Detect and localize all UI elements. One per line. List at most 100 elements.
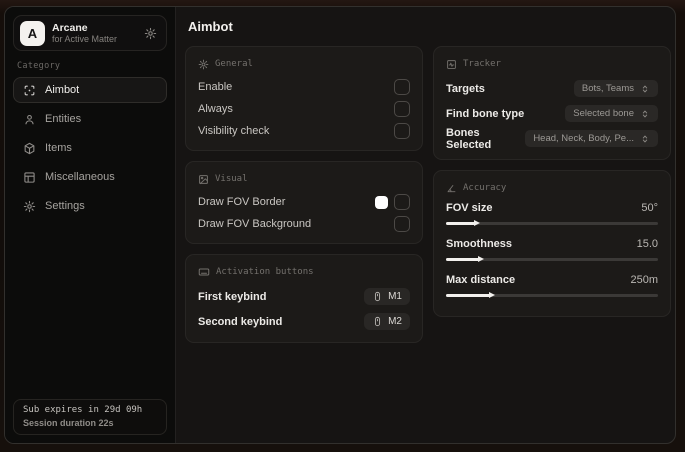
setting-label: Always xyxy=(198,103,233,115)
main-content: Aimbot General Enable Always Visibility … xyxy=(176,7,675,443)
panel-tracker: Tracker Targets Bots, Teams Find bone ty… xyxy=(433,46,671,160)
right-column: Tracker Targets Bots, Teams Find bone ty… xyxy=(433,46,671,317)
slider-thumb[interactable] xyxy=(473,219,480,226)
app-name: Arcane xyxy=(52,21,88,34)
sidebar-item-items[interactable]: Items xyxy=(13,135,167,161)
app-subtitle: for Active Matter xyxy=(52,33,118,44)
dropdown-value: Selected bone xyxy=(573,108,634,119)
panel-activation-buttons: Activation buttons First keybind M1 Seco… xyxy=(185,254,423,343)
slider-block-max-distance: Max distance 250m xyxy=(446,272,658,299)
panel-title: Tracker xyxy=(463,59,501,69)
crosshair-icon xyxy=(23,84,36,97)
subscription-info: Sub expires in 29d 09h Session duration … xyxy=(13,399,167,435)
sidebar-item-label: Entities xyxy=(45,113,82,125)
slider-value: 15.0 xyxy=(636,238,658,250)
entities-icon xyxy=(23,113,36,126)
color-swatch-fov-border[interactable] xyxy=(375,195,388,209)
app-window: A Arcane for Active Matter Category Aimb… xyxy=(4,6,676,444)
slider-value: 50° xyxy=(641,202,658,214)
session-duration-text: Session duration 22s xyxy=(23,418,114,428)
panel-general-header: General xyxy=(198,57,410,71)
panel-visual-header: Visual xyxy=(198,172,410,186)
panel-activation-header: Activation buttons xyxy=(198,265,410,279)
image-icon xyxy=(198,174,209,185)
setting-label: Second keybind xyxy=(198,315,283,328)
keybind-button-second[interactable]: M2 xyxy=(364,313,410,330)
logo-letter: A xyxy=(27,25,38,41)
sidebar: A Arcane for Active Matter Category Aimb… xyxy=(5,7,176,443)
panel-visual: Visual Draw FOV Border Draw FOV Backgrou… xyxy=(185,161,423,244)
setting-row: Find bone type Selected bone xyxy=(446,101,658,126)
setting-row: Second keybind M2 xyxy=(198,309,410,334)
unfold-icon xyxy=(640,134,650,144)
slider-block-smoothness: Smoothness 15.0 xyxy=(446,236,658,263)
setting-row: Enable xyxy=(198,76,410,98)
dropdown-find-bone-type[interactable]: Selected bone xyxy=(565,105,658,122)
setting-row: Always xyxy=(198,98,410,120)
sidebar-item-label: Items xyxy=(45,142,72,154)
slider-thumb[interactable] xyxy=(477,255,484,262)
slider-value: 250m xyxy=(630,274,658,286)
keybind-button-first[interactable]: M1 xyxy=(364,288,410,305)
mouse-icon xyxy=(372,291,383,302)
dropdown-targets[interactable]: Bots, Teams xyxy=(573,80,658,97)
slider-fill xyxy=(446,221,476,225)
keybind-value: M1 xyxy=(388,291,402,302)
app-logo: A xyxy=(20,20,45,46)
slider-max-distance[interactable] xyxy=(446,291,658,299)
sidebar-item-aimbot[interactable]: Aimbot xyxy=(13,77,167,103)
slider-block-fov-size: FOV size 50° xyxy=(446,200,658,227)
angle-icon xyxy=(446,183,457,194)
setting-label: Draw FOV Border xyxy=(198,196,286,208)
activity-icon xyxy=(446,59,457,70)
slider-thumb[interactable] xyxy=(488,291,495,298)
dropdown-bones-selected[interactable]: Head, Neck, Body, Pe... xyxy=(525,130,658,147)
checkbox-draw-fov-background[interactable] xyxy=(394,216,410,232)
sidebar-item-settings[interactable]: Settings xyxy=(13,193,167,219)
slider-fov-size[interactable] xyxy=(446,219,658,227)
setting-label: Find bone type xyxy=(446,107,525,120)
setting-label: Targets xyxy=(446,82,485,95)
panel-title: Accuracy xyxy=(463,183,507,193)
setting-label: Max distance xyxy=(446,274,516,286)
panel-accuracy-header: Accuracy xyxy=(446,181,658,195)
panel-accuracy: Accuracy FOV size 50° Smoothness 15.0 Ma… xyxy=(433,170,671,317)
gear-icon[interactable] xyxy=(144,27,157,40)
panel-general: General Enable Always Visibility check xyxy=(185,46,423,151)
setting-controls xyxy=(375,194,410,210)
setting-row: Draw FOV Border xyxy=(198,191,410,213)
slider-fill xyxy=(446,257,480,261)
checkbox-enable[interactable] xyxy=(394,79,410,95)
setting-label: FOV size xyxy=(446,202,493,214)
category-label: Category xyxy=(17,61,61,71)
setting-row: First keybind M1 xyxy=(198,284,410,309)
cube-icon xyxy=(23,142,36,155)
keybind-value: M2 xyxy=(388,316,402,327)
gear-icon xyxy=(23,200,36,213)
sidebar-item-label: Settings xyxy=(45,200,85,212)
sidebar-item-miscellaneous[interactable]: Miscellaneous xyxy=(13,164,167,190)
panel-title: Visual xyxy=(215,174,248,184)
slider-smoothness[interactable] xyxy=(446,255,658,263)
sidebar-item-label: Aimbot xyxy=(45,84,80,96)
category-nav: Aimbot Entities Items Miscellaneous Sett… xyxy=(5,77,175,219)
page-title: Aimbot xyxy=(188,19,233,34)
gear-icon xyxy=(198,59,209,70)
setting-row: Visibility check xyxy=(198,120,410,142)
setting-row: Targets Bots, Teams xyxy=(446,76,658,101)
checkbox-always[interactable] xyxy=(394,101,410,117)
checkbox-visibility-check[interactable] xyxy=(394,123,410,139)
unfold-icon xyxy=(640,109,650,119)
checkbox-draw-fov-border[interactable] xyxy=(394,194,410,210)
setting-label: Draw FOV Background xyxy=(198,218,312,230)
setting-label: Smoothness xyxy=(446,238,513,250)
layout-icon xyxy=(23,171,36,184)
setting-label: Visibility check xyxy=(198,125,270,137)
setting-label: First keybind xyxy=(198,290,267,303)
dropdown-value: Bots, Teams xyxy=(581,83,634,94)
sidebar-item-entities[interactable]: Entities xyxy=(13,106,167,132)
sub-expires-text: Sub expires in 29d 09h xyxy=(23,405,143,415)
brand-text: Arcane for Active Matter xyxy=(52,22,117,45)
panel-title: General xyxy=(215,59,253,69)
setting-label: Enable xyxy=(198,81,233,93)
